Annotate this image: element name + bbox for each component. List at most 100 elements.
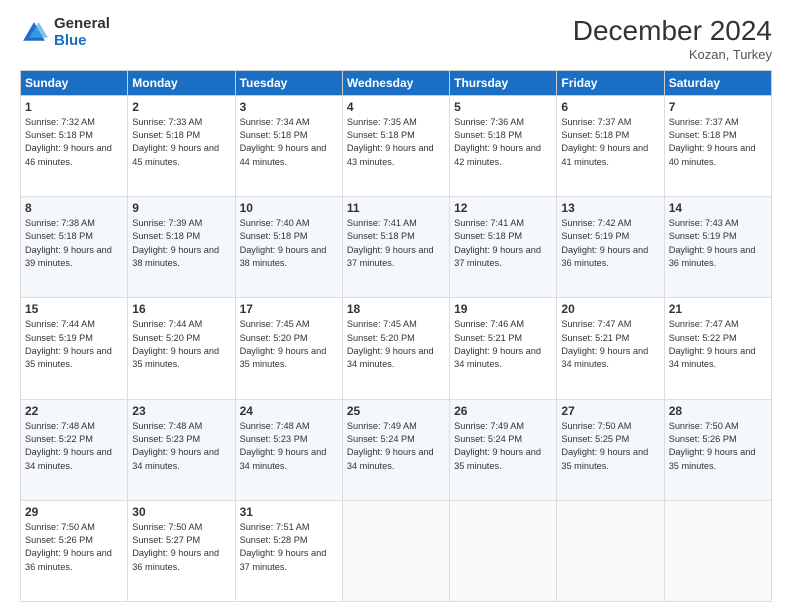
calendar-cell: 20 Sunrise: 7:47 AM Sunset: 5:21 PM Dayli…	[557, 298, 664, 399]
day-number: 16	[132, 302, 230, 316]
day-number: 12	[454, 201, 552, 215]
day-number: 17	[240, 302, 338, 316]
cell-sun-info: Sunrise: 7:45 AM Sunset: 5:20 PM Dayligh…	[240, 318, 338, 371]
logo: General Blue	[20, 16, 110, 49]
calendar-cell	[557, 500, 664, 601]
day-number: 19	[454, 302, 552, 316]
day-number: 24	[240, 404, 338, 418]
calendar-cell: 30 Sunrise: 7:50 AM Sunset: 5:27 PM Dayli…	[128, 500, 235, 601]
cell-sun-info: Sunrise: 7:45 AM Sunset: 5:20 PM Dayligh…	[347, 318, 445, 371]
day-number: 1	[25, 100, 123, 114]
calendar-cell: 24 Sunrise: 7:48 AM Sunset: 5:23 PM Dayli…	[235, 399, 342, 500]
cell-sun-info: Sunrise: 7:49 AM Sunset: 5:24 PM Dayligh…	[454, 420, 552, 473]
day-number: 15	[25, 302, 123, 316]
day-number: 14	[669, 201, 767, 215]
logo-icon	[20, 19, 48, 47]
cell-sun-info: Sunrise: 7:43 AM Sunset: 5:19 PM Dayligh…	[669, 217, 767, 270]
cell-sun-info: Sunrise: 7:44 AM Sunset: 5:20 PM Dayligh…	[132, 318, 230, 371]
cell-sun-info: Sunrise: 7:48 AM Sunset: 5:22 PM Dayligh…	[25, 420, 123, 473]
month-title: December 2024	[573, 16, 772, 47]
cell-sun-info: Sunrise: 7:47 AM Sunset: 5:21 PM Dayligh…	[561, 318, 659, 371]
day-header-sunday: Sunday	[21, 70, 128, 95]
calendar-cell: 23Sunrise: 7:48 AM Sunset: 5:23 PM Dayli…	[128, 399, 235, 500]
calendar-cell: 19Sunrise: 7:46 AM Sunset: 5:21 PM Dayli…	[450, 298, 557, 399]
day-number: 5	[454, 100, 552, 114]
calendar-cell: 15 Sunrise: 7:44 AM Sunset: 5:19 PM Dayli…	[21, 298, 128, 399]
day-number: 31	[240, 505, 338, 519]
day-number: 29	[25, 505, 123, 519]
cell-sun-info: Sunrise: 7:38 AM Sunset: 5:18 PM Dayligh…	[25, 217, 123, 270]
calendar-cell: 5 Sunrise: 7:36 AM Sunset: 5:18 PM Daylig…	[450, 95, 557, 196]
cell-sun-info: Sunrise: 7:51 AM Sunset: 5:28 PM Dayligh…	[240, 521, 338, 574]
day-number: 26	[454, 404, 552, 418]
logo-general-text: General	[54, 16, 110, 33]
cell-sun-info: Sunrise: 7:50 AM Sunset: 5:25 PM Dayligh…	[561, 420, 659, 473]
cell-sun-info: Sunrise: 7:37 AM Sunset: 5:18 PM Dayligh…	[561, 116, 659, 169]
cell-sun-info: Sunrise: 7:33 AM Sunset: 5:18 PM Dayligh…	[132, 116, 230, 169]
day-number: 22	[25, 404, 123, 418]
day-number: 27	[561, 404, 659, 418]
day-number: 28	[669, 404, 767, 418]
calendar-cell: 13Sunrise: 7:42 AM Sunset: 5:19 PM Dayli…	[557, 197, 664, 298]
cell-sun-info: Sunrise: 7:50 AM Sunset: 5:26 PM Dayligh…	[669, 420, 767, 473]
calendar-cell: 2Sunrise: 7:33 AM Sunset: 5:18 PM Daylig…	[128, 95, 235, 196]
calendar-cell: 11Sunrise: 7:41 AM Sunset: 5:18 PM Dayli…	[342, 197, 449, 298]
calendar-header-row: SundayMondayTuesdayWednesdayThursdayFrid…	[21, 70, 772, 95]
cell-sun-info: Sunrise: 7:44 AM Sunset: 5:19 PM Dayligh…	[25, 318, 123, 371]
logo-blue-text: Blue	[54, 33, 110, 50]
calendar-cell: 6 Sunrise: 7:37 AM Sunset: 5:18 PM Daylig…	[557, 95, 664, 196]
day-number: 8	[25, 201, 123, 215]
calendar-week-2: 8 Sunrise: 7:38 AM Sunset: 5:18 PM Daylig…	[21, 197, 772, 298]
calendar-cell: 21 Sunrise: 7:47 AM Sunset: 5:22 PM Dayli…	[664, 298, 771, 399]
cell-sun-info: Sunrise: 7:32 AM Sunset: 5:18 PM Dayligh…	[25, 116, 123, 169]
calendar-cell	[664, 500, 771, 601]
cell-sun-info: Sunrise: 7:47 AM Sunset: 5:22 PM Dayligh…	[669, 318, 767, 371]
day-number: 21	[669, 302, 767, 316]
cell-sun-info: Sunrise: 7:42 AM Sunset: 5:19 PM Dayligh…	[561, 217, 659, 270]
title-block: December 2024 Kozan, Turkey	[573, 16, 772, 62]
header: General Blue December 2024 Kozan, Turkey	[20, 16, 772, 62]
calendar-week-5: 29 Sunrise: 7:50 AM Sunset: 5:26 PM Dayli…	[21, 500, 772, 601]
cell-sun-info: Sunrise: 7:50 AM Sunset: 5:26 PM Dayligh…	[25, 521, 123, 574]
calendar-cell	[342, 500, 449, 601]
day-number: 6	[561, 100, 659, 114]
calendar-cell: 1 Sunrise: 7:32 AM Sunset: 5:18 PM Daylig…	[21, 95, 128, 196]
cell-sun-info: Sunrise: 7:36 AM Sunset: 5:18 PM Dayligh…	[454, 116, 552, 169]
day-header-wednesday: Wednesday	[342, 70, 449, 95]
day-number: 10	[240, 201, 338, 215]
calendar-cell: 8 Sunrise: 7:38 AM Sunset: 5:18 PM Daylig…	[21, 197, 128, 298]
calendar-cell: 10 Sunrise: 7:40 AM Sunset: 5:18 PM Dayli…	[235, 197, 342, 298]
calendar-table: SundayMondayTuesdayWednesdayThursdayFrid…	[20, 70, 772, 602]
page: General Blue December 2024 Kozan, Turkey…	[0, 0, 792, 612]
day-number: 23	[132, 404, 230, 418]
calendar-cell	[450, 500, 557, 601]
cell-sun-info: Sunrise: 7:49 AM Sunset: 5:24 PM Dayligh…	[347, 420, 445, 473]
calendar-cell: 4 Sunrise: 7:35 AM Sunset: 5:18 PM Daylig…	[342, 95, 449, 196]
cell-sun-info: Sunrise: 7:37 AM Sunset: 5:18 PM Dayligh…	[669, 116, 767, 169]
cell-sun-info: Sunrise: 7:50 AM Sunset: 5:27 PM Dayligh…	[132, 521, 230, 574]
day-header-saturday: Saturday	[664, 70, 771, 95]
calendar-cell: 28 Sunrise: 7:50 AM Sunset: 5:26 PM Dayli…	[664, 399, 771, 500]
day-number: 3	[240, 100, 338, 114]
cell-sun-info: Sunrise: 7:48 AM Sunset: 5:23 PM Dayligh…	[240, 420, 338, 473]
calendar-cell: 22 Sunrise: 7:48 AM Sunset: 5:22 PM Dayli…	[21, 399, 128, 500]
day-number: 30	[132, 505, 230, 519]
calendar-cell: 18Sunrise: 7:45 AM Sunset: 5:20 PM Dayli…	[342, 298, 449, 399]
cell-sun-info: Sunrise: 7:40 AM Sunset: 5:18 PM Dayligh…	[240, 217, 338, 270]
day-number: 9	[132, 201, 230, 215]
calendar-cell: 12 Sunrise: 7:41 AM Sunset: 5:18 PM Dayli…	[450, 197, 557, 298]
calendar-week-4: 22 Sunrise: 7:48 AM Sunset: 5:22 PM Dayli…	[21, 399, 772, 500]
day-number: 11	[347, 201, 445, 215]
cell-sun-info: Sunrise: 7:34 AM Sunset: 5:18 PM Dayligh…	[240, 116, 338, 169]
day-number: 4	[347, 100, 445, 114]
day-header-thursday: Thursday	[450, 70, 557, 95]
calendar-week-3: 15 Sunrise: 7:44 AM Sunset: 5:19 PM Dayli…	[21, 298, 772, 399]
day-header-tuesday: Tuesday	[235, 70, 342, 95]
day-header-monday: Monday	[128, 70, 235, 95]
day-number: 20	[561, 302, 659, 316]
calendar-cell: 9Sunrise: 7:39 AM Sunset: 5:18 PM Daylig…	[128, 197, 235, 298]
cell-sun-info: Sunrise: 7:41 AM Sunset: 5:18 PM Dayligh…	[454, 217, 552, 270]
cell-sun-info: Sunrise: 7:35 AM Sunset: 5:18 PM Dayligh…	[347, 116, 445, 169]
calendar-cell: 7 Sunrise: 7:37 AM Sunset: 5:18 PM Daylig…	[664, 95, 771, 196]
day-number: 7	[669, 100, 767, 114]
